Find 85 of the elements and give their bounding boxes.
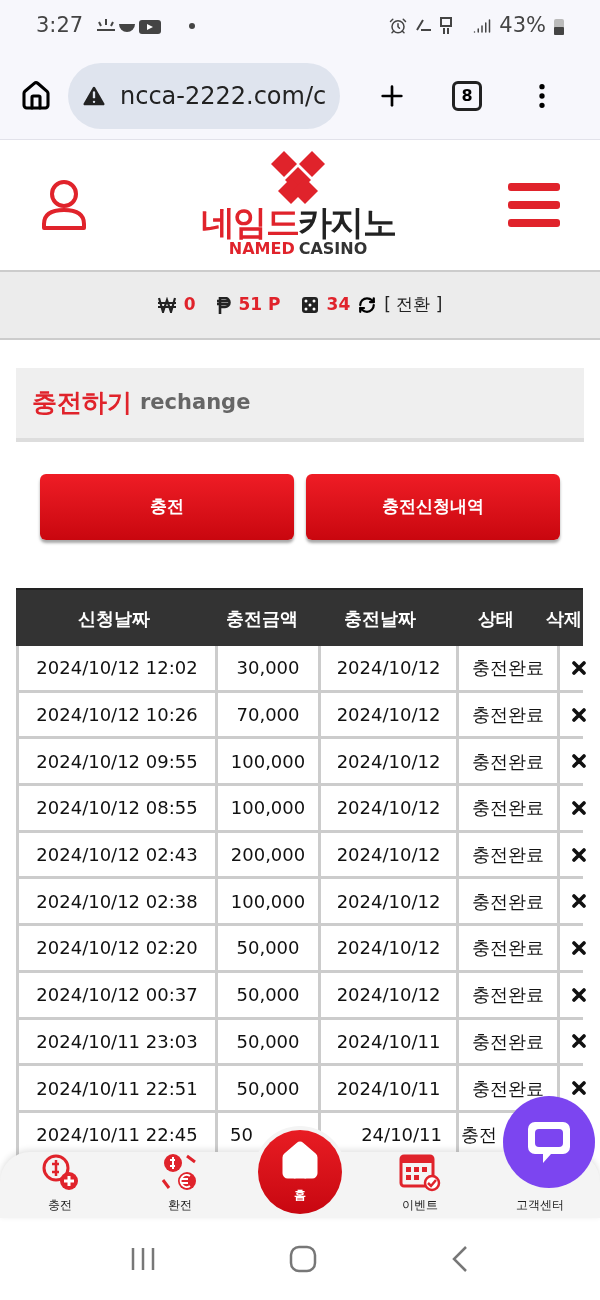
table-cell: 2024/10/12 [321,692,456,737]
table-cell: 2024/10/12 02:20 [19,926,215,970]
table-cell: 충전완료 [459,1066,557,1110]
table-cell: 2024/10/12 12:02 [19,646,215,690]
table-cell: 200,000 [218,832,318,877]
point-icon [215,296,231,314]
table-cell: 충전완료 [459,786,557,830]
logo-subtext-first: NAMED [228,239,295,259]
delete-icon[interactable] [572,800,586,815]
table-cell: 충전완료 [459,692,557,737]
column-header: 충전금액 [225,606,299,631]
table-cell: 충전완료 [459,926,557,970]
table-cell: 충전완료 [459,646,557,690]
table-cell: 2024/10/12 09:55 [19,739,215,784]
column-header: 삭제 [545,606,583,631]
dice-balance: 34 [326,293,351,317]
table-cell: 2024/10/12 08:55 [19,786,215,830]
delete-icon[interactable] [572,847,586,862]
won-balance: 0 [183,293,196,317]
section-title: 충전하기 [32,387,132,420]
delete-icon[interactable] [572,1034,586,1049]
table-cell: 2024/10/12 00:37 [19,972,215,1017]
table-cell: 100,000 [218,786,318,830]
url-text: ncca-2222.com/c [120,80,327,112]
table-cell: 50,000 [218,1066,318,1110]
logo-subtext-second: CASINO [298,239,368,259]
table-cell: 2024/10/12 [321,786,456,830]
alarm-icon [389,17,408,35]
logo-text-first: 네임드 [201,205,298,239]
column-header: 신청날짜 [77,606,151,631]
table-cell: 2024/10/12 [321,739,456,784]
action-button[interactable]: 충전 [40,474,294,540]
table-cell: 2024/10/11 [321,1019,456,1064]
column-header: 상태 [477,606,515,631]
table-cell: 50,000 [218,1019,318,1064]
battery-icon [554,17,564,35]
delete-icon[interactable] [572,987,586,1002]
tab-count[interactable]: 8 [452,80,482,111]
section-subtitle: rechange [140,389,251,417]
house-icon [279,1140,321,1182]
delete-icon[interactable] [572,1081,586,1096]
table-cell: 2024/10/12 [321,832,456,877]
point-balance: 51 P [238,293,281,317]
column-header: 충전날짜 [342,606,417,631]
table-cell: 2024/10/11 23:03 [19,1019,215,1064]
table-cell: 2024/10/11 [321,1066,456,1110]
table-cell: 충전완료 [459,1019,557,1064]
dice-icon [300,296,319,314]
table-cell: 2024/10/12 02:43 [19,832,215,877]
table-cell: 2024/10/12 [321,646,456,690]
refresh-icon[interactable] [358,296,377,314]
table-cell: 충전완료 [459,879,557,924]
table-cell: 2024/10/11 22:51 [19,1066,215,1110]
delete-icon[interactable] [572,894,586,909]
table-cell: 충전완료 [459,739,557,784]
user-icon[interactable] [40,178,88,232]
table-cell: 50,000 [218,972,318,1017]
url-bar[interactable]: ncca-2222.com/c [68,62,340,129]
table-cell: 충전완료 [459,972,557,1017]
home-icon[interactable] [20,79,52,112]
delete-icon[interactable] [572,940,586,955]
table-cell: 2024/10/12 02:38 [19,879,215,924]
home-button-icon[interactable] [289,1245,317,1273]
recent-apps-icon[interactable] [130,1246,157,1272]
delete-icon[interactable] [572,707,586,722]
delete-icon[interactable] [572,660,586,675]
logo-text-second: 카지노 [298,205,395,239]
table-cell: 2024/10/12 [321,879,456,924]
signal-icon [473,17,492,35]
table-cell: 70,000 [218,692,318,737]
status-time: 3:27 [36,12,84,40]
table-cell: 100,000 [218,879,318,924]
table-cell: 50,000 [218,926,318,970]
table-cell: 100,000 [218,739,318,784]
battery-percent: 43% [499,12,546,40]
action-button[interactable]: 충전신청내역 [306,474,560,540]
won-icon [157,297,176,313]
table-cell: 충전완료 [459,832,557,877]
table-cell: 2024/10/12 [321,926,456,970]
delete-icon[interactable] [572,754,586,769]
table-cell: 2024/10/12 [321,972,456,1017]
switch-link[interactable]: [ 전환 ] [384,292,443,318]
table-cell: 30,000 [218,646,318,690]
nav-item[interactable]: 고객센터 [480,1196,600,1214]
table-cell: 2024/10/12 10:26 [19,692,215,737]
